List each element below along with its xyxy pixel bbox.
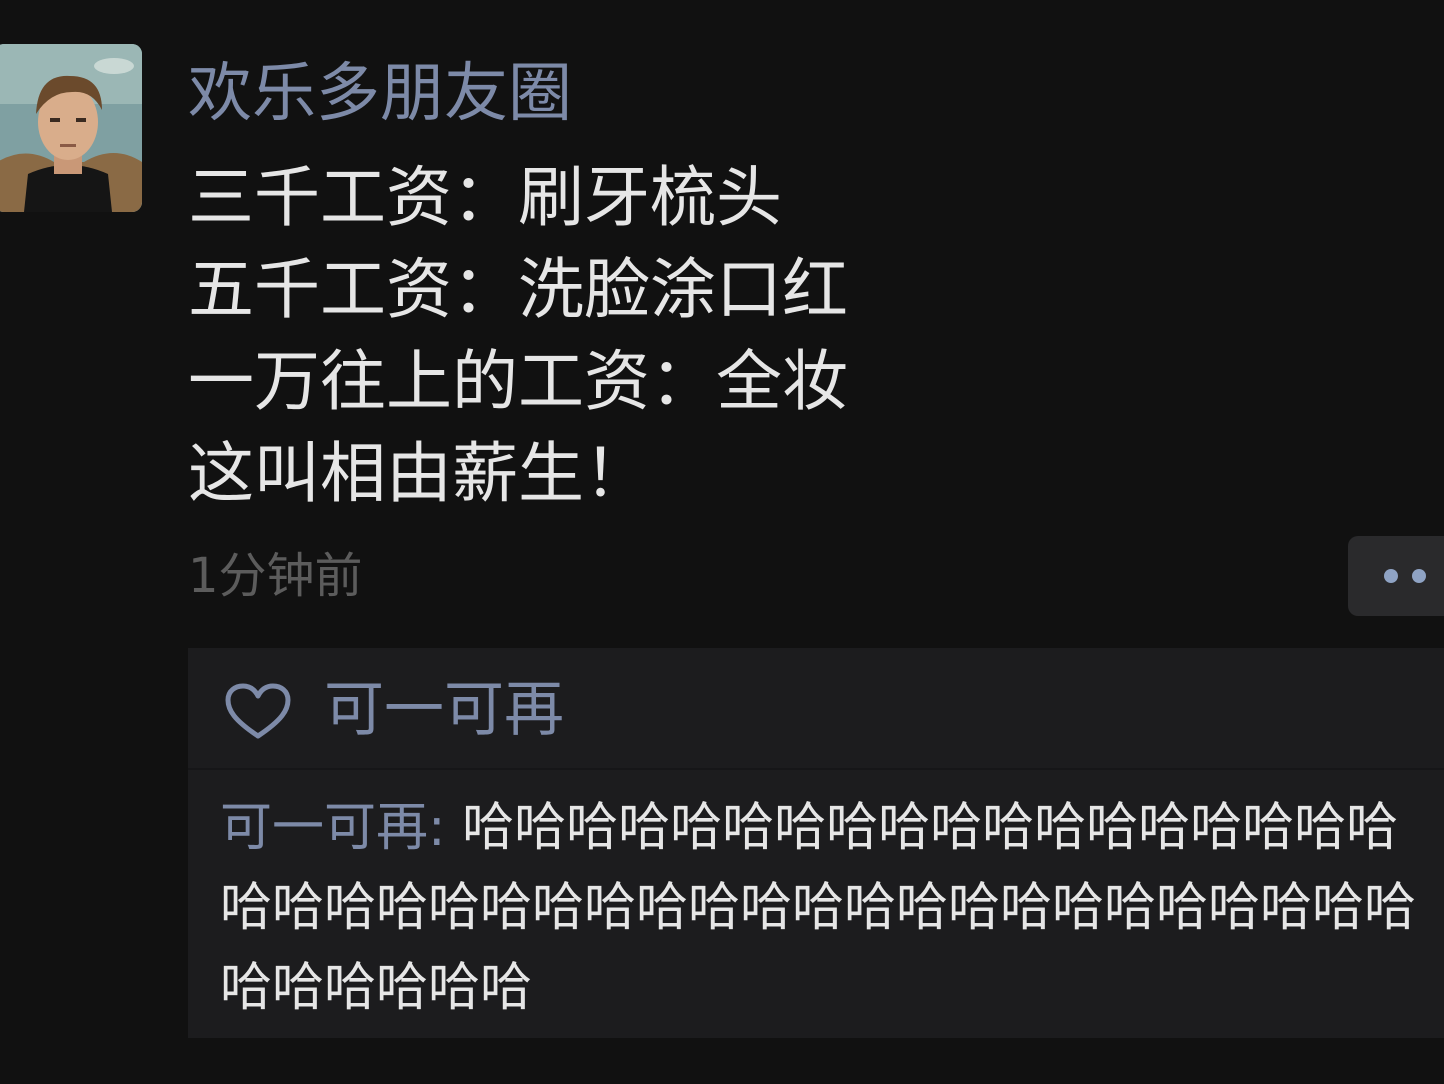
- more-dots-icon: [1412, 569, 1426, 583]
- post-line: 三千工资：刷牙梳头: [188, 159, 782, 236]
- post-timestamp: 1分钟前: [188, 548, 363, 604]
- more-dots-icon: [1384, 569, 1398, 583]
- post-text: 三千工资：刷牙梳头 五千工资：洗脸涂口红 一万往上的工资：全妆 这叫相由薪生！: [188, 152, 1188, 520]
- comment-author[interactable]: 可一可再: [220, 798, 428, 858]
- more-actions-button[interactable]: [1348, 536, 1444, 616]
- post-line: 五千工资：洗脸涂口红: [188, 251, 848, 328]
- liker-name[interactable]: 可一可再: [324, 674, 564, 746]
- post-line: 这叫相由薪生！: [188, 435, 650, 512]
- avatar[interactable]: [0, 44, 142, 212]
- comment-separator: :: [428, 798, 463, 858]
- interaction-panel: 可一可再 可一可再: 哈哈哈哈哈哈哈哈哈哈哈哈哈哈哈哈哈哈哈哈哈哈哈哈哈哈哈哈哈…: [188, 648, 1444, 1038]
- likes-row: 可一可再: [188, 648, 1444, 770]
- avatar-image: [0, 44, 142, 212]
- comment[interactable]: 可一可再: 哈哈哈哈哈哈哈哈哈哈哈哈哈哈哈哈哈哈哈哈哈哈哈哈哈哈哈哈哈哈哈哈哈哈…: [220, 788, 1430, 1028]
- post-line: 一万往上的工资：全妆: [188, 343, 848, 420]
- post-username[interactable]: 欢乐多朋友圈: [188, 54, 572, 134]
- moments-post: 欢乐多朋友圈 三千工资：刷牙梳头 五千工资：洗脸涂口红 一万往上的工资：全妆 这…: [0, 0, 1444, 1084]
- heart-icon: [225, 683, 291, 739]
